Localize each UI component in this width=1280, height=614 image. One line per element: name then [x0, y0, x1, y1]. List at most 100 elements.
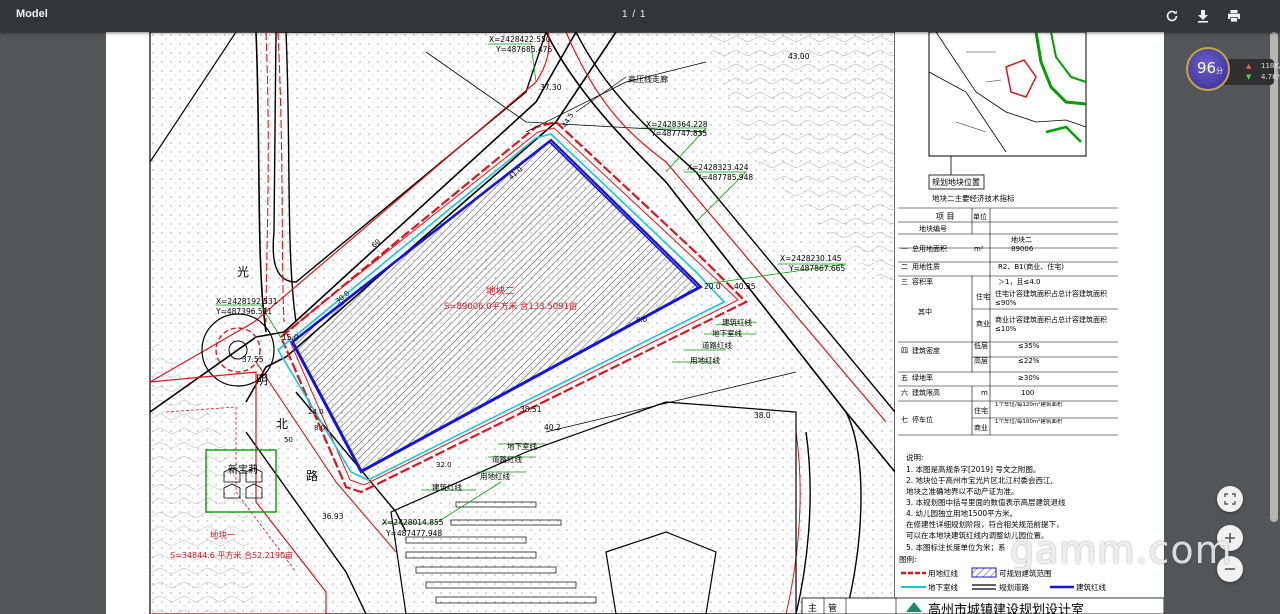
hv-corridor-label: 高压线走廊: [628, 74, 668, 84]
table-cell: 1个车位/每100m²建筑面积: [995, 419, 1063, 425]
notes-line: 4. 幼儿园独立用地1500平方米。: [906, 508, 1017, 518]
line-label: 用地红线: [480, 471, 510, 481]
coord-label: X=2428364.228: [646, 120, 708, 129]
table-cell: 商业: [976, 319, 990, 328]
print-button[interactable]: [1224, 6, 1244, 26]
table-cell: ≥30%: [1018, 374, 1040, 382]
table-cell: 低层: [974, 341, 988, 350]
elevation-label: 38.51: [520, 405, 542, 414]
notes-line: 1. 本图是高规条字[2019] 号文之附图。: [906, 464, 1040, 474]
table-cell: 二: [901, 263, 908, 271]
vertical-scrollbar[interactable]: [1270, 32, 1278, 522]
upload-arrow-icon: ▲: [1246, 62, 1252, 70]
table-cell: 高层: [974, 356, 988, 365]
notes-line: 地块之准确地界以不动产证为准。: [906, 486, 1019, 496]
table-cell: m²: [974, 245, 984, 253]
watermark: gamm.com: [1010, 528, 1233, 572]
table-cell: 地块二: [1011, 235, 1032, 244]
notes-title: 说明:: [906, 452, 924, 462]
road-name-char: 路: [306, 468, 318, 483]
fit-page-button[interactable]: [1217, 486, 1243, 512]
table-cell: 七: [901, 415, 908, 424]
elevation-label: 37.55: [242, 355, 264, 364]
rotate-button[interactable]: [1162, 6, 1182, 26]
legend-label: 地下室线: [928, 582, 958, 592]
score-value: 96: [1196, 59, 1217, 77]
title-block-label: 主: [808, 602, 817, 614]
location-map: [928, 32, 1087, 157]
line-label: 地下室线: [712, 328, 742, 338]
table-cell: 商业: [974, 423, 988, 432]
table-cell: 总用地面积: [912, 244, 947, 253]
plot-label: 地块二: [486, 285, 515, 297]
print-icon: [1228, 10, 1240, 23]
coord-label: X=2428192.531: [216, 297, 278, 306]
upload-speed: 118K/s: [1261, 62, 1280, 70]
coord-label: Y=487867.665: [788, 264, 845, 273]
table-cell: R2、B1(商业、住宅): [998, 262, 1064, 271]
notes-line: 3. 本规划图中括号里面的数值表示高层建筑退线: [906, 497, 1066, 507]
coord-label: X=2428230.145: [780, 254, 842, 263]
table-cell: 地块编号: [919, 224, 947, 233]
rotate-icon: [1166, 10, 1178, 22]
legend-label: 规划道路: [999, 582, 1029, 592]
location-map-caption: 规划地块位置: [932, 177, 980, 187]
indicator-table-title: 地块二主要经济技术指标: [932, 193, 1015, 203]
elevation-label: 40.35: [734, 282, 756, 291]
download-icon: [1198, 10, 1208, 23]
legend-label: 用地红线: [928, 568, 958, 578]
table-cell: 四: [901, 347, 908, 355]
other-plot-label: 地块一: [210, 530, 236, 541]
coord-label: X=2428323.424: [687, 163, 749, 172]
document-title: Model: [16, 8, 48, 20]
elevation-label: 36.93: [322, 512, 344, 521]
table-cell: 其中: [918, 307, 932, 316]
width-label: 32.0: [436, 461, 452, 469]
table-cell: m: [981, 389, 988, 397]
coord-label: X=2428422.550: [489, 35, 551, 44]
table-cell: ≤22%: [1018, 357, 1040, 365]
line-label: 用地红线: [690, 355, 720, 365]
elevation-label: 20.0: [704, 282, 721, 291]
table-cell: 89006: [1011, 245, 1034, 253]
table-cell: 住宅计容建筑面积占总计容建筑面积≤90%: [995, 290, 1107, 307]
other-plot-area: S=34844.6 平方米 合52.2190亩: [170, 550, 293, 560]
road-name-char: 明: [256, 373, 268, 387]
table-cell: 建筑密度: [912, 346, 940, 355]
xinbaoli-label: 新宝莉: [228, 463, 258, 476]
coord-label: Y=487477.948: [385, 529, 442, 538]
score-unit: 分: [1216, 67, 1224, 75]
network-speed-widget[interactable]: ▲ 118K/s ▼ 4.7K/s 96分: [1186, 47, 1280, 91]
site-plan-drawing: X=2428422.550 Y=487685.476 X=2428364.228…: [149, 32, 1164, 614]
table-cell: 容积率: [912, 277, 933, 286]
line-label: 地下室线: [507, 441, 537, 451]
legend-title: 图例:: [899, 554, 917, 564]
line-label: 建筑红线: [722, 317, 752, 327]
elevation-label: 43.00: [788, 52, 810, 61]
table-cell: 一: [901, 245, 908, 253]
table-cell: 三: [901, 278, 908, 286]
width-label: 8.0: [314, 424, 325, 432]
line-label: 道路红线: [492, 454, 522, 464]
fit-to-page-icon: [1224, 493, 1236, 505]
title-block-label: 管: [828, 602, 837, 614]
road-name-char: 北: [276, 417, 288, 431]
coord-label: Y=487785.948: [696, 173, 753, 182]
notes-line: 2. 地块位于高州市宝光片区北江村委会西江,: [906, 475, 1053, 485]
elevation-label: 38.0: [754, 411, 771, 420]
width-label: 50: [284, 436, 293, 444]
plot-area: S=89006.0平方米 合133.5091亩: [444, 301, 577, 312]
table-cell: 住宅: [974, 406, 988, 415]
table-cell: 六: [901, 388, 908, 397]
table-header-unit: 单位: [973, 212, 987, 221]
download-button[interactable]: [1193, 6, 1213, 26]
table-cell: ≤35%: [1018, 342, 1040, 350]
legend-label: 建筑红线: [1076, 582, 1106, 592]
coord-label: Y=487396.511: [215, 307, 272, 316]
coord-label: X=2428014.855: [382, 518, 444, 527]
road-name-char: 光: [237, 265, 249, 279]
pdf-page: X=2428422.550 Y=487685.476 X=2428364.228…: [106, 32, 1164, 614]
line-label: 建筑红线: [432, 482, 462, 492]
table-cell: 住宅: [976, 292, 990, 301]
table-cell: ＞1，且≤4.0: [998, 278, 1040, 286]
